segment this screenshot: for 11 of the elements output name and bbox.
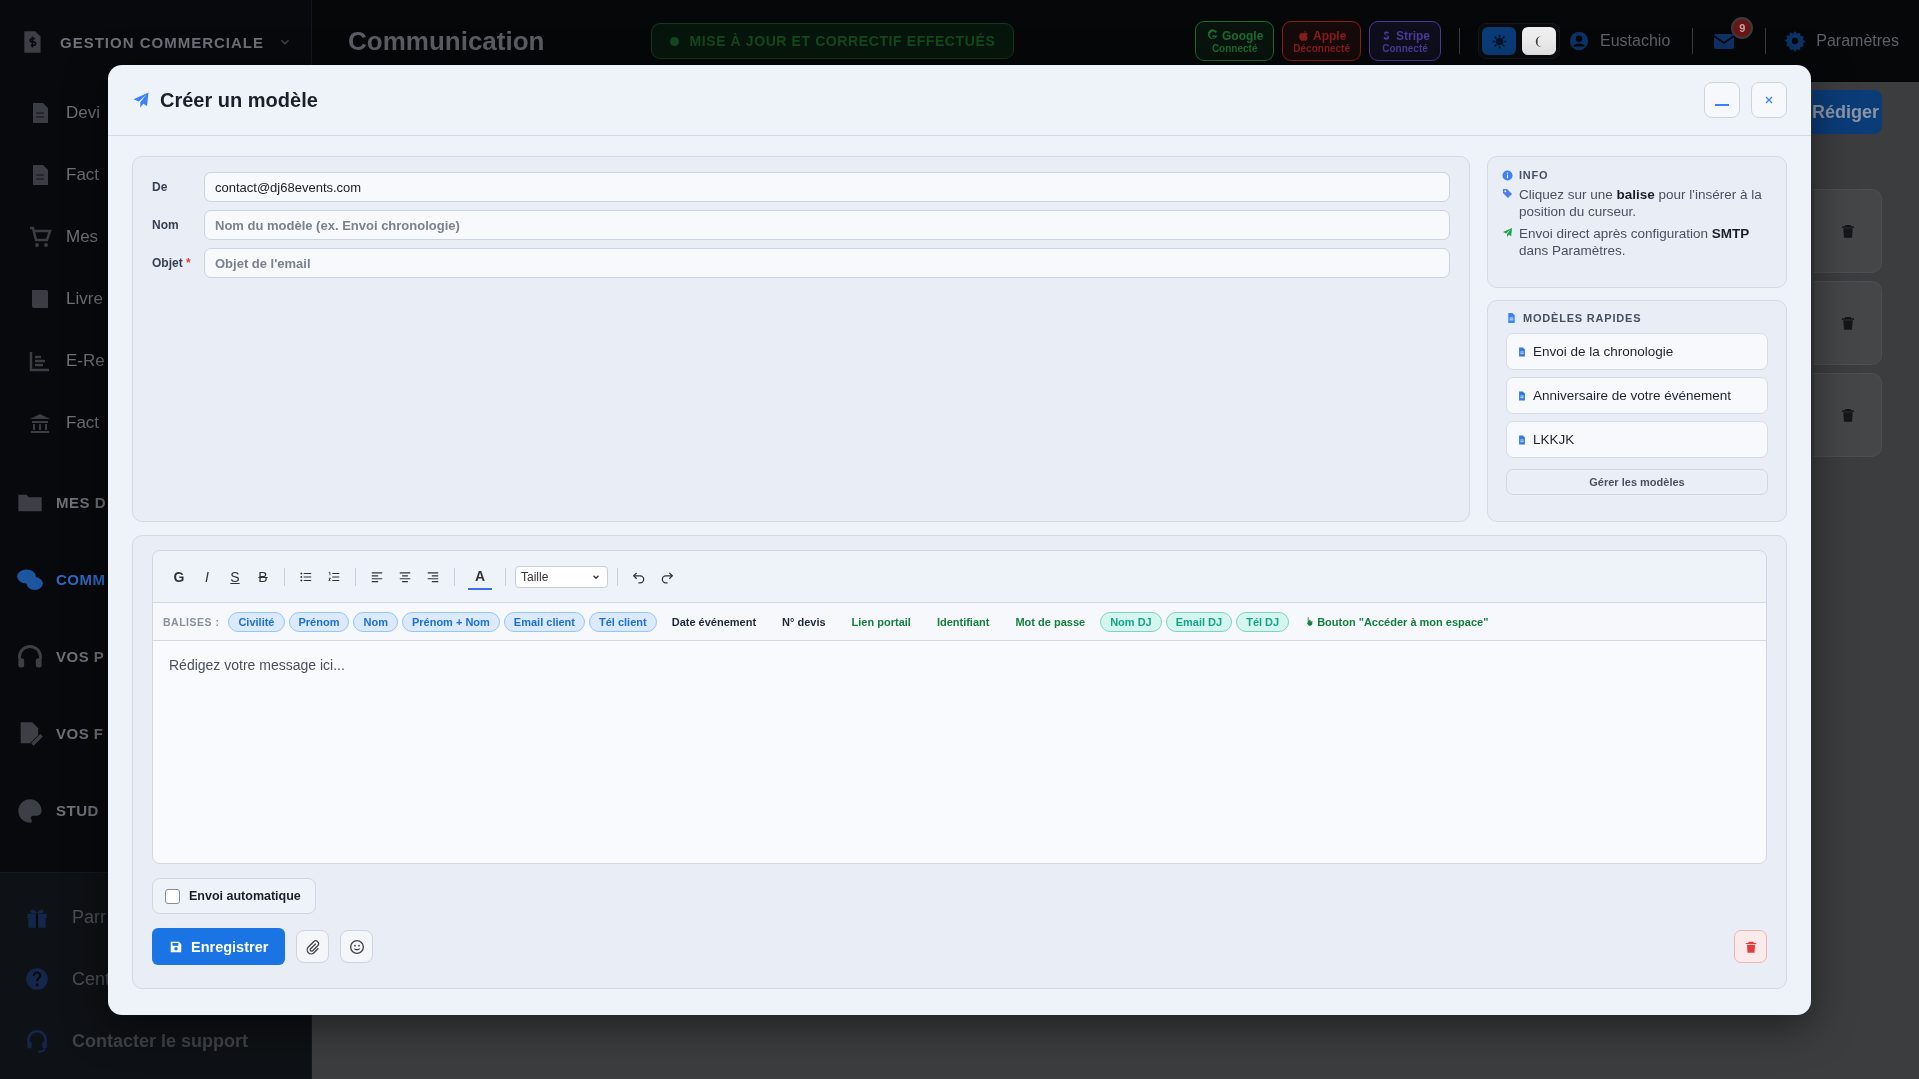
info-text: Envoi direct après configuration SMTP dans Paramètres. <box>1519 225 1751 259</box>
field-label: Objet * <box>152 256 192 270</box>
info-text: Cliquez sur une balise pour l'insérer à la position du curseur. <box>1519 186 1763 220</box>
notification-badge: 9 <box>1731 17 1754 39</box>
tags-label: BALISES : <box>163 615 220 628</box>
page-title: Communication <box>348 25 545 57</box>
panel-heading: INFO <box>1519 169 1549 181</box>
panel-heading: MODÈLES RAPIDES <box>1523 312 1642 324</box>
field-label: Nom <box>152 218 180 232</box>
modal-title: Créer un modèle <box>160 88 318 112</box>
field-label: De <box>152 180 169 194</box>
